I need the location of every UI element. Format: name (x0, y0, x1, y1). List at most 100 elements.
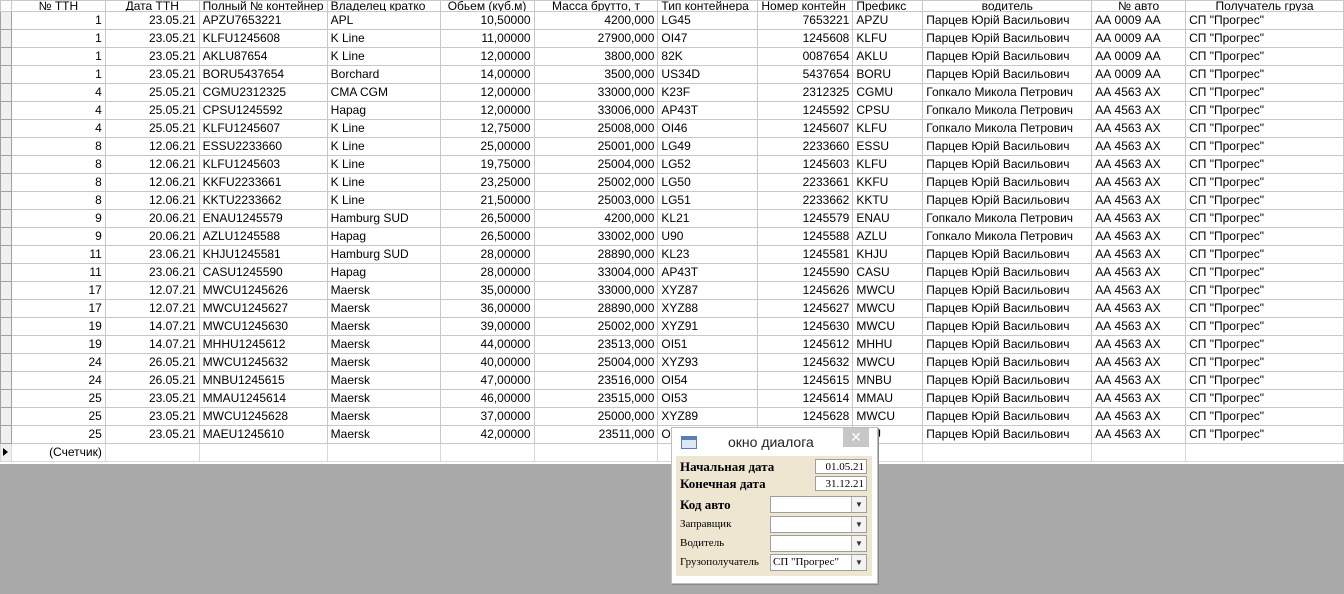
table-cell[interactable]: СП "Прогрес" (1185, 245, 1344, 264)
table-cell[interactable]: ENAU1245579 (198, 209, 328, 228)
table-cell[interactable]: Maersk (326, 371, 441, 390)
table-cell[interactable]: СП "Прогрес" (1185, 407, 1344, 426)
table-cell[interactable]: 8 (10, 191, 106, 210)
table-row[interactable]: 11 23.06.21 CASU1245590 Hapag 28,00000 33004,… (0, 263, 1344, 282)
table-cell[interactable]: K Line (326, 119, 441, 138)
row-selector[interactable] (0, 281, 12, 300)
table-cell[interactable]: 9 (10, 209, 106, 228)
table-cell[interactable]: 25001,000 (533, 137, 659, 156)
table-cell[interactable]: Парцев Юрій Васильович (922, 47, 1093, 66)
table-cell[interactable]: Maersk (326, 407, 441, 426)
table-cell[interactable]: MWCU (852, 281, 924, 300)
table-cell[interactable]: APL (326, 11, 441, 30)
row-selector[interactable] (0, 299, 12, 318)
table-cell[interactable]: 33006,000 (533, 101, 659, 120)
table-cell[interactable]: Парцев Юрій Васильович (922, 425, 1093, 444)
column-header[interactable]: Тип контейнера (657, 0, 759, 12)
table-cell[interactable]: СП "Прогрес" (1185, 191, 1344, 210)
table-cell[interactable]: 23511,000 (533, 425, 659, 444)
table-cell[interactable]: 25004,000 (533, 155, 659, 174)
table-row[interactable]: 8 12.06.21 ESSU2233660 K Line 25,00000 25001,… (0, 137, 1344, 156)
table-cell[interactable]: 26,50000 (439, 227, 535, 246)
table-row[interactable]: 9 20.06.21 AZLU1245588 Hapag 26,50000 33002,0… (0, 227, 1344, 246)
table-cell[interactable]: АА 4563 АХ (1091, 227, 1187, 246)
table-cell[interactable]: 42,00000 (439, 425, 535, 444)
table-cell[interactable]: 11 (10, 263, 106, 282)
driver-combo[interactable]: ▼ (770, 535, 867, 552)
table-cell[interactable]: 23.05.21 (104, 11, 200, 30)
table-cell[interactable]: 23.05.21 (104, 389, 200, 408)
table-cell[interactable]: СП "Прогрес" (1185, 281, 1344, 300)
table-row[interactable]: 1 23.05.21 BORU5437654 Borchard 14,00000 3500… (0, 65, 1344, 84)
column-header[interactable]: № авто (1091, 0, 1187, 12)
table-cell[interactable]: АА 4563 АХ (1091, 281, 1187, 300)
table-cell[interactable]: AP43T (657, 101, 759, 120)
table-cell[interactable]: АА 4563 АХ (1091, 335, 1187, 354)
table-cell[interactable]: 26.05.21 (104, 371, 200, 390)
table-cell[interactable]: K23F (657, 83, 759, 102)
table-cell[interactable]: 28890,000 (533, 299, 659, 318)
table-cell[interactable]: 2233662 (757, 191, 854, 210)
table-cell[interactable]: 12.06.21 (104, 191, 200, 210)
table-cell[interactable] (533, 443, 659, 462)
table-cell[interactable]: АА 4563 АХ (1091, 173, 1187, 192)
table-cell[interactable]: 2312325 (757, 83, 854, 102)
table-cell[interactable]: 25 (10, 407, 106, 426)
table-cell[interactable]: 12.06.21 (104, 137, 200, 156)
table-cell[interactable]: 23513,000 (533, 335, 659, 354)
column-header[interactable]: Получатель груза (1185, 0, 1344, 12)
table-cell[interactable]: AKLU (852, 47, 924, 66)
table-cell[interactable]: 27900,000 (533, 29, 659, 48)
table-cell[interactable] (104, 443, 200, 462)
table-cell[interactable]: АА 4563 АХ (1091, 119, 1187, 138)
table-row[interactable]: 8 12.06.21 KKTU2233662 K Line 21,50000 25003,… (0, 191, 1344, 210)
table-cell[interactable]: KLFU1245607 (198, 119, 328, 138)
table-cell[interactable]: 20.06.21 (104, 227, 200, 246)
table-cell[interactable]: Borchard (326, 65, 441, 84)
table-cell[interactable]: ESSU (852, 137, 924, 156)
table-cell[interactable]: 14.07.21 (104, 335, 200, 354)
row-selector[interactable] (0, 173, 12, 192)
table-cell[interactable]: АА 4563 АХ (1091, 191, 1187, 210)
fueler-combo[interactable]: ▼ (770, 516, 867, 533)
table-cell[interactable]: MMAU1245614 (198, 389, 328, 408)
table-cell[interactable]: 82K (657, 47, 759, 66)
table-cell[interactable]: XYZ87 (657, 281, 759, 300)
table-cell[interactable]: LG49 (657, 137, 759, 156)
table-row[interactable]: 4 25.05.21 CGMU2312325 CMA CGM 12,00000 33000… (0, 83, 1344, 102)
table-cell[interactable]: АА 0009 АА (1091, 11, 1187, 30)
table-cell[interactable]: 33004,000 (533, 263, 659, 282)
table-cell[interactable]: AZLU (852, 227, 924, 246)
table-cell[interactable]: MHHU1245612 (198, 335, 328, 354)
table-cell[interactable]: 21,50000 (439, 191, 535, 210)
table-cell[interactable]: 37,00000 (439, 407, 535, 426)
table-cell[interactable]: 12,75000 (439, 119, 535, 138)
table-cell[interactable]: Maersk (326, 353, 441, 372)
table-cell[interactable]: 8 (10, 137, 106, 156)
table-cell[interactable]: АА 4563 АХ (1091, 353, 1187, 372)
table-cell[interactable]: Парцев Юрій Васильович (922, 191, 1093, 210)
column-header[interactable]: Обьем (куб.м) (439, 0, 535, 12)
table-cell[interactable]: XYZ89 (657, 407, 759, 426)
table-cell[interactable]: 12.06.21 (104, 155, 200, 174)
car-code-combo[interactable]: ▼ (770, 496, 867, 513)
column-header[interactable]: № ТТН (10, 0, 106, 12)
table-cell[interactable]: АА 4563 АХ (1091, 389, 1187, 408)
table-cell[interactable]: 12.07.21 (104, 281, 200, 300)
table-cell[interactable]: 23,25000 (439, 173, 535, 192)
table-cell[interactable]: MWCU1245627 (198, 299, 328, 318)
table-cell[interactable]: 4200,000 (533, 11, 659, 30)
table-cell[interactable]: MAEU1245610 (198, 425, 328, 444)
table-cell[interactable]: MWCU1245630 (198, 317, 328, 336)
row-selector[interactable] (0, 101, 12, 120)
table-cell[interactable]: 8 (10, 173, 106, 192)
table-cell[interactable]: 1245579 (757, 209, 854, 228)
table-cell[interactable]: 25008,000 (533, 119, 659, 138)
row-selector[interactable] (0, 317, 12, 336)
table-cell[interactable]: BORU5437654 (198, 65, 328, 84)
table-cell[interactable]: СП "Прогрес" (1185, 209, 1344, 228)
table-cell[interactable]: MWCU (852, 353, 924, 372)
table-cell[interactable]: СП "Прогрес" (1185, 29, 1344, 48)
table-cell[interactable]: 28,00000 (439, 245, 535, 264)
table-cell[interactable]: 23.05.21 (104, 65, 200, 84)
